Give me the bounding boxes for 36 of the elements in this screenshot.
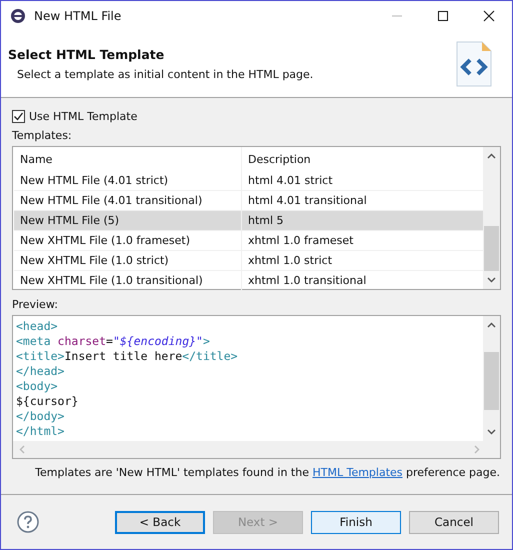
code-line: <head> [16, 319, 59, 334]
column-header[interactable]: Name [14, 147, 242, 171]
template-row[interactable]: New XHTML File (1.0 strict) xhtml 1.0 strict [14, 251, 483, 271]
code-line: <body> [16, 379, 59, 394]
templates-label: Templates: [12, 129, 73, 142]
vertical-scrollbar[interactable] [483, 316, 500, 441]
html-templates-link[interactable]: HTML Templates [312, 466, 403, 479]
dialog-button[interactable]: Finish [311, 510, 401, 534]
template-row[interactable]: New HTML File (4.01 strict) html 4.01 strict [14, 171, 483, 191]
window-title: New HTML File [34, 9, 122, 23]
code-line: </html> [16, 424, 66, 439]
column-header[interactable]: Description [242, 147, 483, 171]
use-template-checkbox[interactable]: Use HTML Template [12, 110, 501, 123]
app-icon [10, 8, 26, 24]
page-title: Select HTML Template [8, 47, 166, 62]
dialog-button[interactable]: Cancel [409, 510, 499, 534]
scroll-down-icon[interactable] [487, 277, 496, 283]
code-document-icon [456, 41, 492, 87]
code-line: ${cursor} [16, 394, 80, 409]
help-icon[interactable] [17, 511, 39, 533]
scroll-down-icon[interactable] [487, 429, 496, 435]
template-row[interactable]: New XHTML File (1.0 frameset) xhtml 1.0 frameset [14, 231, 483, 251]
vertical-scrollbar[interactable] [483, 147, 500, 289]
footer-note: Templates are 'New HTML' templates found in the HTML Templates preference page. [35, 466, 500, 479]
code-line: </body> [16, 409, 66, 424]
scroll-up-icon[interactable] [487, 322, 496, 328]
code-line: <title>Insert title here</title> [16, 349, 239, 364]
preview-label: Preview: [12, 298, 59, 311]
scroll-up-icon[interactable] [487, 153, 496, 159]
template-row[interactable]: New XHTML File (1.0 transitional) xhtml 1.0 transitional [14, 271, 483, 291]
dialog-button[interactable]: < Back [115, 510, 205, 534]
page-description: Select a template as initial content in the HTML page. [17, 68, 314, 81]
template-row[interactable]: New HTML File (5) html 5 [14, 211, 483, 231]
code-line: </head> [16, 364, 66, 379]
checkmark-icon [13, 111, 24, 122]
code-line: <meta charset="${encoding}"> [16, 334, 211, 349]
